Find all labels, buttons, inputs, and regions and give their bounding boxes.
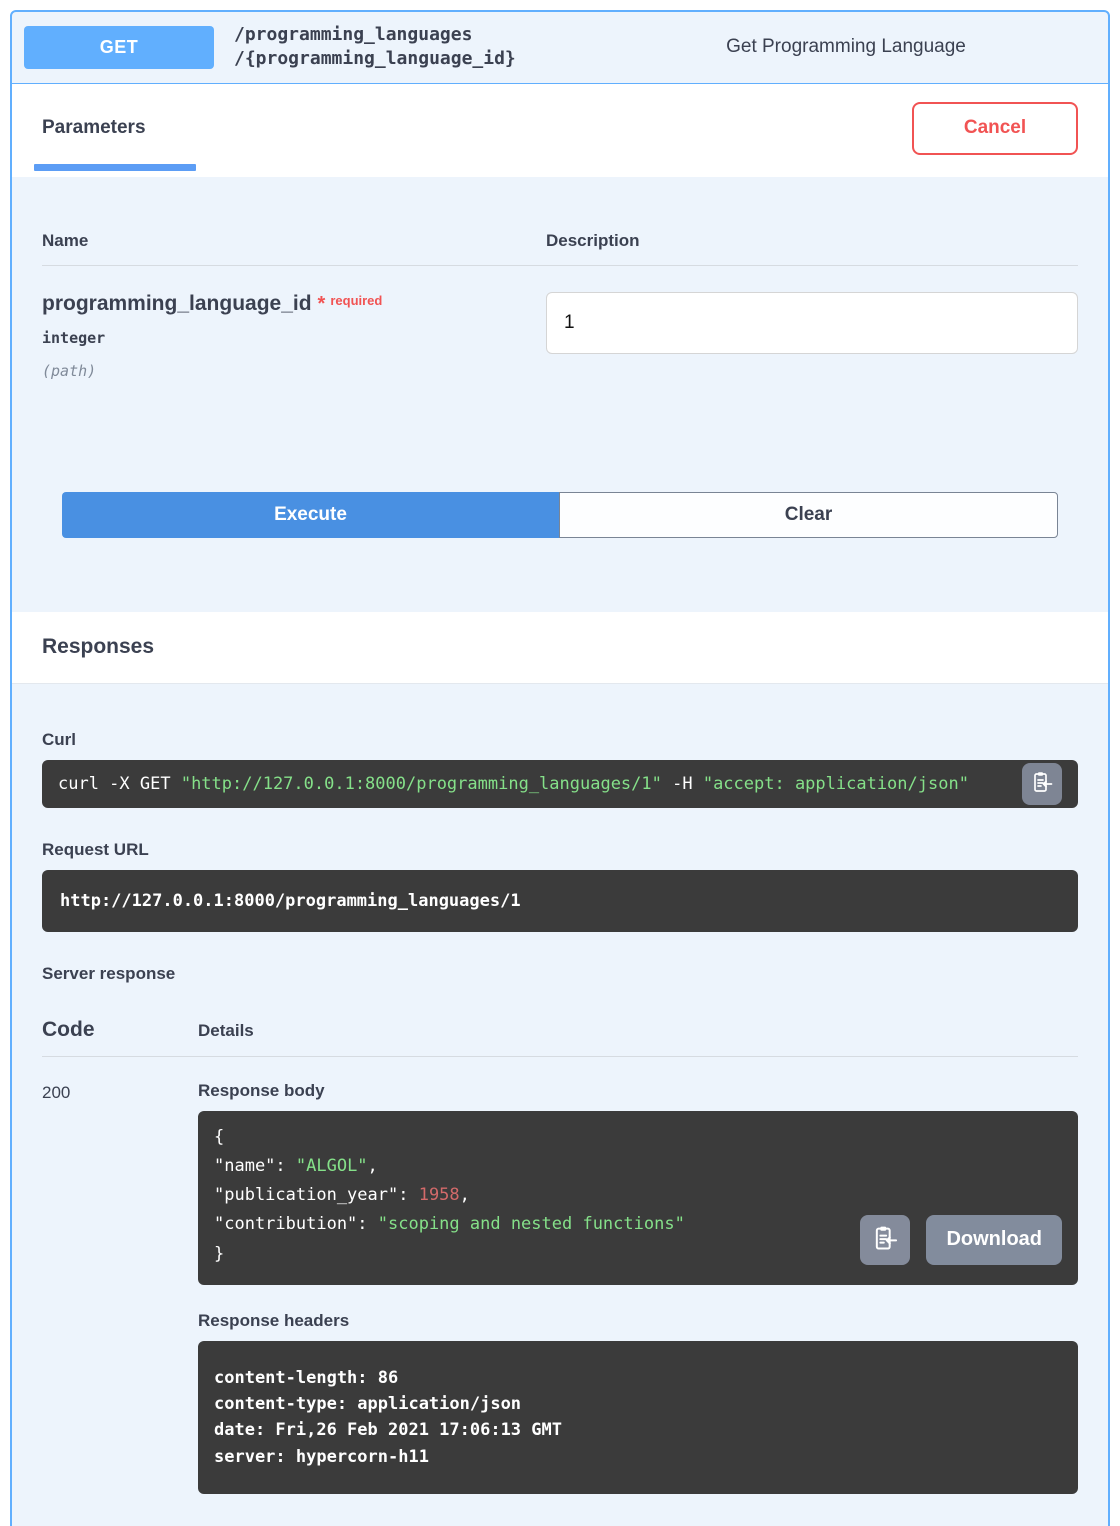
endpoint-path: /programming_languages/{programming_lang… <box>234 23 546 72</box>
section-divider <box>42 265 1078 266</box>
response-body-actions: Download <box>860 1215 1062 1265</box>
section-divider <box>42 1056 1078 1057</box>
copy-response-button[interactable] <box>860 1215 910 1265</box>
responses-title: Responses <box>42 635 154 659</box>
server-response-label: Server response <box>42 964 1078 984</box>
responses-content: Curl curl -X GET "http://127.0.0.1:8000/… <box>12 684 1108 1526</box>
parameter-name-line: programming_language_id * required <box>42 292 546 316</box>
response-details: Response body { "name": "ALGOL", "public… <box>198 1081 1078 1495</box>
request-url-label: Request URL <box>42 840 1078 860</box>
parameter-type: integer <box>42 329 546 347</box>
parameter-value-cell <box>546 292 1078 380</box>
parameter-name: programming_language_id <box>42 292 312 315</box>
response-body-block: { "name": "ALGOL", "publication_year": 1… <box>198 1111 1078 1285</box>
tab-bar: Parameters Cancel <box>12 84 1108 177</box>
response-headers-label: Response headers <box>198 1311 1078 1331</box>
http-method-badge: GET <box>24 26 214 69</box>
param-name-header: Name <box>42 231 546 251</box>
server-response-row: 200 Response body { "name": "ALGOL", "pu… <box>42 1081 1078 1495</box>
copy-curl-button[interactable] <box>1022 763 1062 805</box>
response-body-label: Response body <box>198 1081 1078 1101</box>
responses-header: Responses <box>12 612 1108 684</box>
download-button[interactable]: Download <box>926 1215 1062 1265</box>
operation-panel: GET /programming_languages/{programming_… <box>10 10 1110 1526</box>
parameter-row: programming_language_id * required integer… <box>42 292 1078 380</box>
code-column-header: Code <box>42 1018 198 1042</box>
execute-button[interactable]: Execute <box>62 492 559 538</box>
response-headers-block: content-length: 86content-type: applicat… <box>198 1341 1078 1494</box>
curl-label: Curl <box>42 730 1078 750</box>
curl-command-text: curl -X GET "http://127.0.0.1:8000/progr… <box>58 774 969 794</box>
parameter-location: (path) <box>42 362 546 380</box>
cancel-button[interactable]: Cancel <box>912 102 1078 155</box>
active-tab-indicator <box>34 164 196 171</box>
response-code: 200 <box>42 1081 198 1495</box>
server-response-table-header: Code Details <box>42 1018 1078 1042</box>
required-asterisk: * <box>318 293 326 315</box>
tab-parameters[interactable]: Parameters <box>42 117 146 139</box>
curl-command-block: curl -X GET "http://127.0.0.1:8000/progr… <box>42 760 1078 808</box>
clipboard-copy-icon <box>871 1224 899 1255</box>
request-url-block: http://127.0.0.1:8000/programming_langua… <box>42 870 1078 932</box>
request-url-text: http://127.0.0.1:8000/programming_langua… <box>60 891 521 911</box>
endpoint-summary: Get Programming Language <box>566 36 1096 58</box>
details-column-header: Details <box>198 1021 254 1041</box>
parameter-value-input[interactable] <box>546 292 1078 354</box>
opblock-header[interactable]: GET /programming_languages/{programming_… <box>12 12 1108 84</box>
clipboard-copy-icon <box>1030 770 1054 797</box>
parameters-table-header: Name Description <box>42 231 1078 251</box>
page: GET /programming_languages/{programming_… <box>0 0 1120 1526</box>
parameter-info: programming_language_id * required integer… <box>42 292 546 380</box>
required-label: required <box>330 293 382 308</box>
parameters-section: Name Description programming_language_id… <box>12 177 1108 612</box>
param-description-header: Description <box>546 231 640 251</box>
execute-button-group: Execute Clear <box>62 492 1058 538</box>
clear-button[interactable]: Clear <box>559 492 1058 538</box>
